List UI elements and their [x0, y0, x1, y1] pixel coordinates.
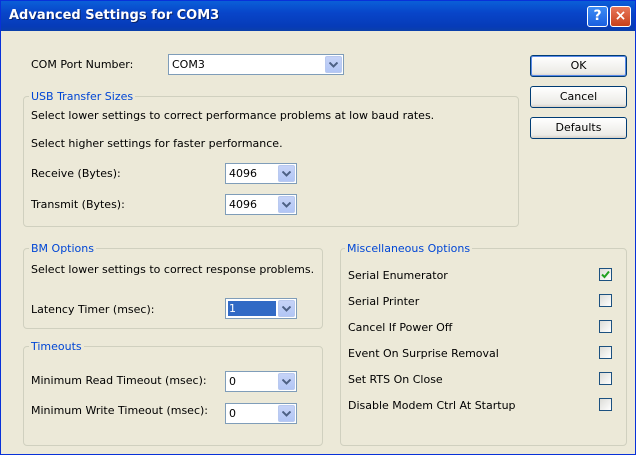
- read-timeout-value: 0: [229, 375, 236, 388]
- receive-label: Receive (Bytes):: [31, 167, 121, 180]
- com-port-label: COM Port Number:: [31, 58, 134, 71]
- help-button[interactable]: ?: [587, 6, 608, 27]
- transmit-select[interactable]: 4096: [225, 194, 297, 215]
- serial-printer-label: Serial Printer: [348, 295, 420, 308]
- event-on-surprise-removal-checkbox[interactable]: [599, 346, 612, 359]
- write-timeout-value: 0: [229, 407, 236, 420]
- latency-value: 1: [228, 301, 276, 316]
- chevron-down-icon[interactable]: [325, 56, 342, 73]
- set-rts-on-close-label: Set RTS On Close: [348, 373, 443, 386]
- title-bar[interactable]: Advanced Settings for COM3 ? ×: [1, 1, 635, 31]
- serial-enumerator-checkbox[interactable]: [599, 268, 612, 281]
- disable-modem-ctrl-label: Disable Modem Ctrl At Startup: [348, 399, 516, 412]
- chevron-down-icon[interactable]: [278, 165, 295, 182]
- serial-enumerator-label: Serial Enumerator: [348, 269, 448, 282]
- usb-desc-higher: Select higher settings for faster perfor…: [31, 137, 283, 150]
- write-timeout-label: Minimum Write Timeout (msec):: [31, 404, 208, 417]
- com-port-select[interactable]: COM3: [168, 54, 344, 75]
- window-title: Advanced Settings for COM3: [9, 8, 220, 23]
- event-on-surprise-removal-label: Event On Surprise Removal: [348, 347, 499, 360]
- dialog-window: Advanced Settings for COM3 ? × COM Port …: [0, 0, 636, 455]
- bm-options-legend: BM Options: [29, 242, 96, 255]
- check-icon: [601, 270, 610, 279]
- ok-button[interactable]: OK: [530, 55, 627, 77]
- cancel-if-power-off-label: Cancel If Power Off: [348, 321, 453, 334]
- read-timeout-label: Minimum Read Timeout (msec):: [31, 374, 207, 387]
- disable-modem-ctrl-checkbox[interactable]: [599, 398, 612, 411]
- chevron-down-icon[interactable]: [278, 405, 295, 422]
- misc-options-legend: Miscellaneous Options: [345, 242, 473, 255]
- receive-select[interactable]: 4096: [225, 163, 297, 184]
- com-port-value: COM3: [172, 58, 205, 71]
- bm-desc: Select lower settings to correct respons…: [31, 263, 315, 276]
- receive-value: 4096: [229, 167, 257, 180]
- write-timeout-select[interactable]: 0: [225, 403, 297, 424]
- chevron-down-icon[interactable]: [278, 300, 295, 317]
- timeouts-legend: Timeouts: [29, 340, 84, 353]
- transmit-value: 4096: [229, 198, 257, 211]
- chevron-down-icon[interactable]: [278, 196, 295, 213]
- latency-label: Latency Timer (msec):: [31, 303, 155, 316]
- cancel-if-power-off-checkbox[interactable]: [599, 320, 612, 333]
- close-button[interactable]: ×: [610, 6, 631, 27]
- defaults-button[interactable]: Defaults: [530, 117, 627, 139]
- read-timeout-select[interactable]: 0: [225, 371, 297, 392]
- cancel-button[interactable]: Cancel: [530, 86, 627, 108]
- usb-transfer-legend: USB Transfer Sizes: [29, 90, 136, 103]
- latency-select[interactable]: 1: [225, 298, 297, 319]
- set-rts-on-close-checkbox[interactable]: [599, 372, 612, 385]
- transmit-label: Transmit (Bytes):: [31, 198, 125, 211]
- usb-desc-lower: Select lower settings to correct perform…: [31, 109, 435, 122]
- timeouts-group: [23, 346, 323, 446]
- serial-printer-checkbox[interactable]: [599, 294, 612, 307]
- chevron-down-icon[interactable]: [278, 373, 295, 390]
